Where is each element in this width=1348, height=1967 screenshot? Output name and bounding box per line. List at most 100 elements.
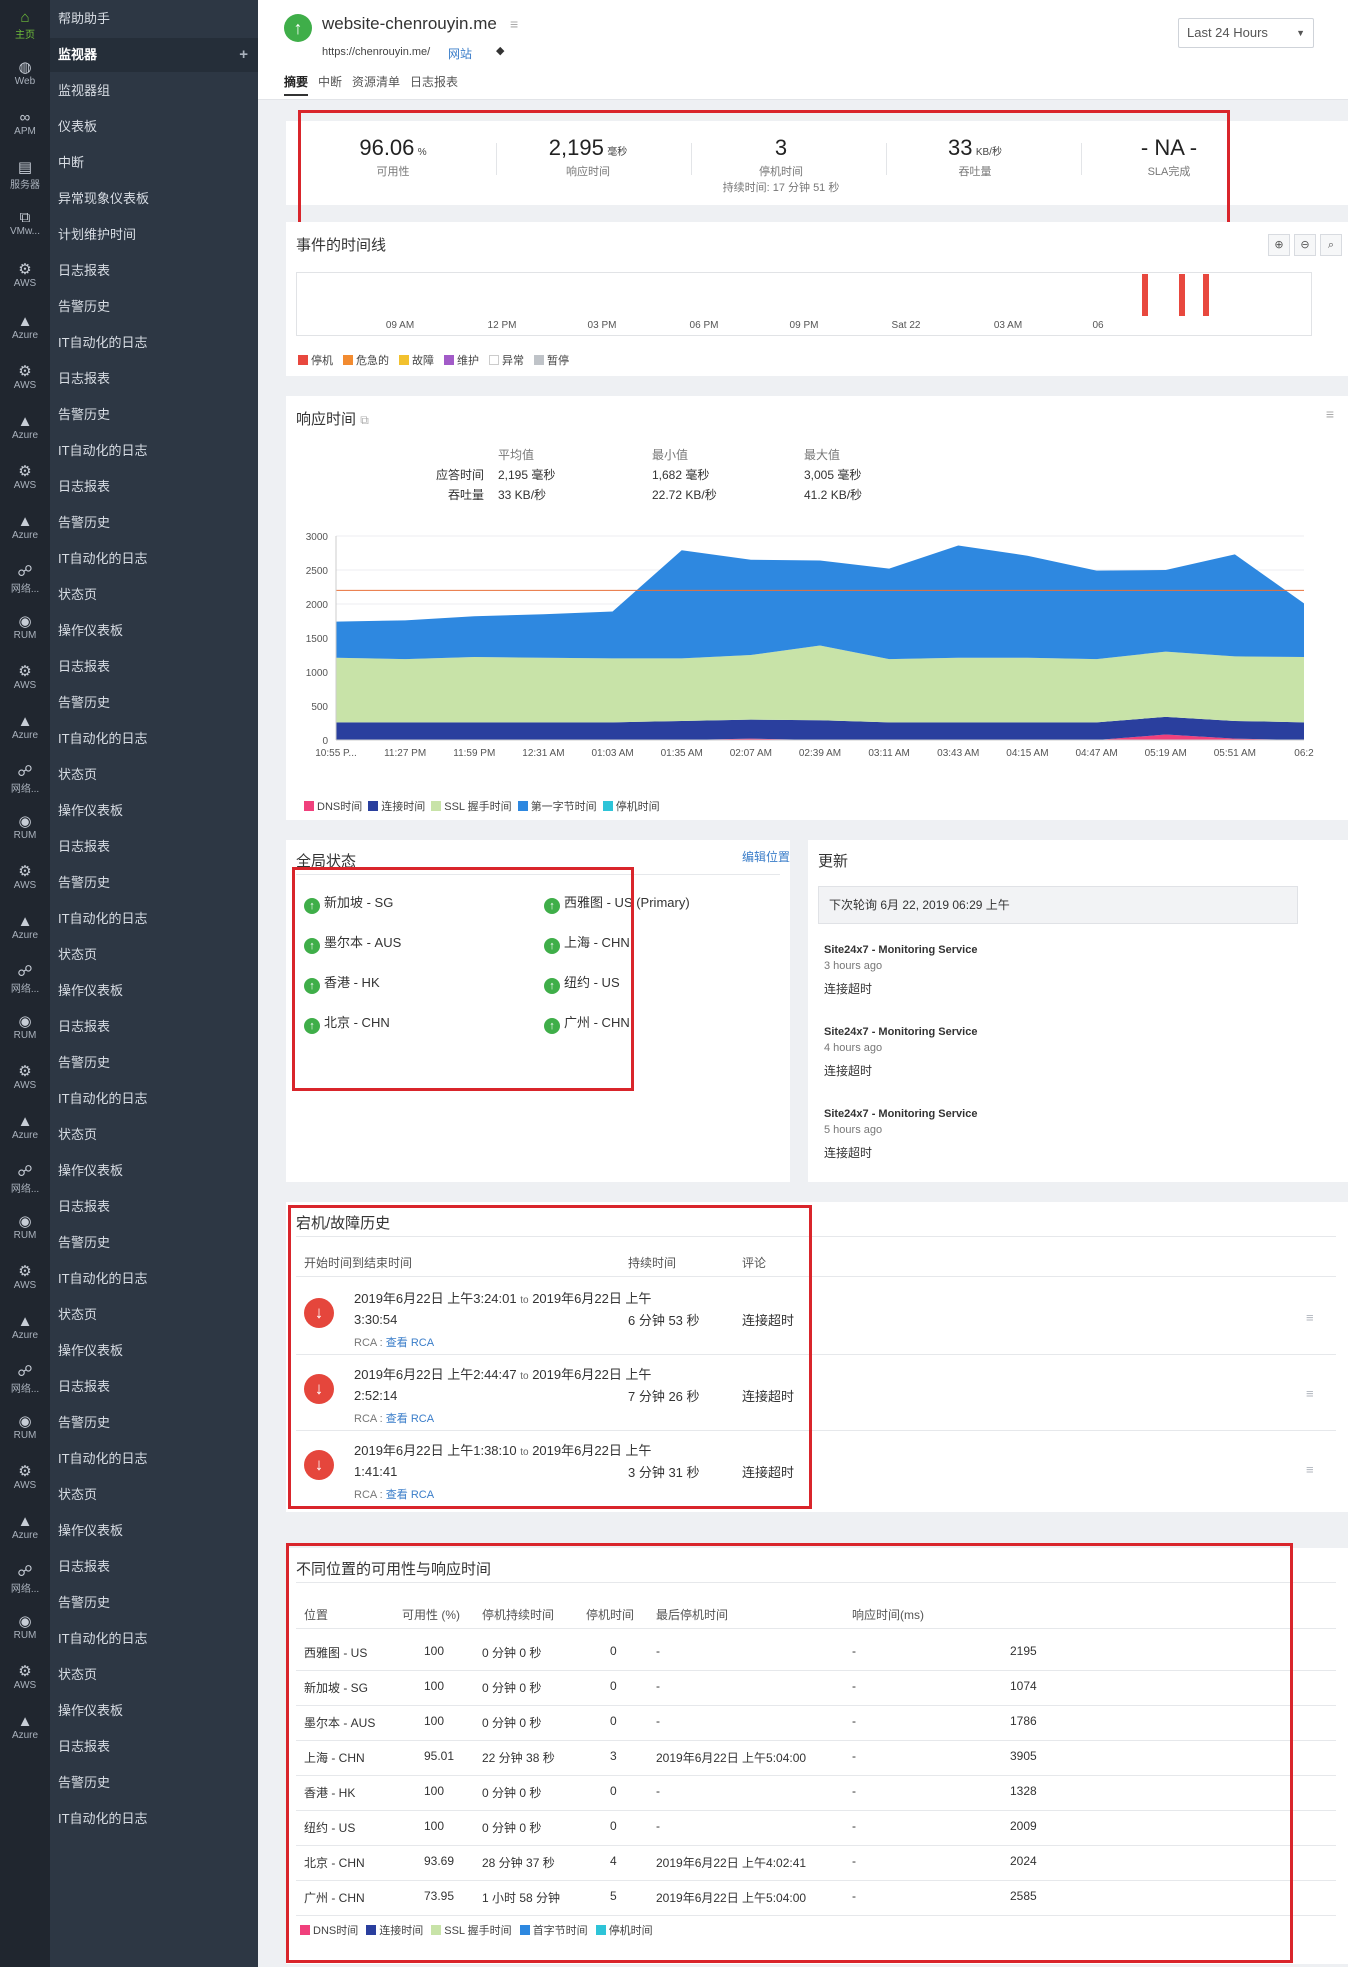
menu-item[interactable]: IT自动化的日志 xyxy=(50,1442,258,1476)
menu-item[interactable]: 状态页 xyxy=(50,1478,258,1512)
sidebar-aws[interactable]: ⚙ AWS xyxy=(0,864,50,892)
tab-outages[interactable]: 中断 xyxy=(318,73,342,90)
response-time-chart[interactable]: 0 500 1000 1500 2000 2500 3000 10:55 P... 11:27 … xyxy=(286,526,1348,786)
menu-item[interactable]: 告警历史 xyxy=(50,686,258,720)
sidebar-azure[interactable]: ▲ Azure xyxy=(0,714,50,742)
menu-item[interactable]: 操作仪表板 xyxy=(50,794,258,828)
menu-icon[interactable]: ≡ xyxy=(510,16,518,32)
menu-item[interactable]: 告警历史 xyxy=(50,866,258,900)
menu-item[interactable]: 操作仪表板 xyxy=(50,974,258,1008)
sidebar-vm[interactable]: ⧉ VMw... xyxy=(0,210,50,238)
menu-item[interactable]: 告警历史 xyxy=(50,1226,258,1260)
zoom-reset-icon[interactable]: ⌕ xyxy=(1320,234,1342,256)
legend-item[interactable]: DNS时间 xyxy=(304,801,362,813)
menu-item[interactable]: IT自动化的日志 xyxy=(50,902,258,936)
sidebar-network[interactable]: ☍ 网络... xyxy=(0,964,50,996)
menu-item[interactable]: 日志报表 xyxy=(50,470,258,504)
legend-item[interactable]: SSL 握手时间 xyxy=(431,801,512,813)
row-menu-icon[interactable]: ≡ xyxy=(1306,1386,1314,1401)
sidebar-rum[interactable]: ◉ RUM xyxy=(0,1614,50,1642)
time-range-select[interactable]: Last 24 Hours ▼ xyxy=(1178,18,1314,48)
legend-item[interactable]: 停机时间 xyxy=(602,801,660,813)
sidebar-aws[interactable]: ⚙ AWS xyxy=(0,1064,50,1092)
menu-item[interactable]: 告警历史 xyxy=(50,1766,258,1800)
sidebar-network[interactable]: ☍ 网络... xyxy=(0,1364,50,1396)
timeline-down-event[interactable] xyxy=(1179,274,1185,316)
sidebar-azure[interactable]: ▲ Azure xyxy=(0,1514,50,1542)
sidebar-rum[interactable]: ◉ RUM xyxy=(0,1014,50,1042)
legend-item[interactable]: 连接时间 xyxy=(368,801,425,813)
sidebar-azure[interactable]: ▲ Azure xyxy=(0,414,50,442)
sidebar-network[interactable]: ☍ 网络... xyxy=(0,1564,50,1596)
menu-item[interactable]: 操作仪表板 xyxy=(50,1154,258,1188)
menu-item[interactable]: 告警历史 xyxy=(50,398,258,432)
menu-item[interactable]: 日志报表 xyxy=(50,1550,258,1584)
menu-item[interactable]: 监视器组 xyxy=(50,74,258,108)
sidebar-home[interactable]: ⌂ 主页 xyxy=(0,10,50,42)
menu-item[interactable]: 异常现象仪表板 xyxy=(50,182,258,216)
menu-item[interactable]: 状态页 xyxy=(50,758,258,792)
tab-log-reports[interactable]: 日志报表 xyxy=(410,73,458,90)
menu-item[interactable]: 日志报表 xyxy=(50,1730,258,1764)
sidebar-azure[interactable]: ▲ Azure xyxy=(0,1314,50,1342)
sidebar-server[interactable]: ▤ 服务器 xyxy=(0,160,50,192)
add-icon[interactable]: + xyxy=(239,38,248,72)
menu-item[interactable]: 日志报表 xyxy=(50,254,258,288)
sidebar-rum[interactable]: ◉ RUM xyxy=(0,1414,50,1442)
sidebar-network[interactable]: ☍ 网络... xyxy=(0,1164,50,1196)
menu-item[interactable]: IT自动化的日志 xyxy=(50,326,258,360)
menu-item[interactable]: 仪表板 xyxy=(50,110,258,144)
row-menu-icon[interactable]: ≡ xyxy=(1306,1462,1314,1477)
sidebar-binoculars[interactable]: ∞ APM xyxy=(0,110,50,138)
menu-item[interactable]: 操作仪表板 xyxy=(50,1694,258,1728)
sidebar-aws[interactable]: ⚙ AWS xyxy=(0,364,50,392)
menu-item[interactable]: 状态页 xyxy=(50,938,258,972)
sidebar-azure[interactable]: ▲ Azure xyxy=(0,514,50,542)
menu-item[interactable]: 告警历史 xyxy=(50,290,258,324)
sidebar-network[interactable]: ☍ 网络... xyxy=(0,564,50,596)
sidebar-aws[interactable]: ⚙ AWS xyxy=(0,1264,50,1292)
menu-item[interactable]: 告警历史 xyxy=(50,1586,258,1620)
menu-item[interactable]: 操作仪表板 xyxy=(50,1514,258,1548)
menu-item[interactable]: 状态页 xyxy=(50,578,258,612)
sidebar-aws[interactable]: ⚙ AWS xyxy=(0,464,50,492)
menu-item[interactable]: 日志报表 xyxy=(50,830,258,864)
menu-item[interactable]: 告警历史 xyxy=(50,1406,258,1440)
menu-item[interactable]: 日志报表 xyxy=(50,650,258,684)
menu-item[interactable]: 日志报表 xyxy=(50,1370,258,1404)
menu-item[interactable]: IT自动化的日志 xyxy=(50,722,258,756)
sidebar-globe[interactable]: ◍ Web xyxy=(0,60,50,88)
zoom-out-icon[interactable]: ⊖ xyxy=(1294,234,1316,256)
menu-item[interactable]: IT自动化的日志 xyxy=(50,434,258,468)
menu-item[interactable]: 状态页 xyxy=(50,1298,258,1332)
tab-summary[interactable]: 摘要 xyxy=(284,73,309,96)
menu-item[interactable]: IT自动化的日志 xyxy=(50,1262,258,1296)
tag-icon[interactable]: ◆ xyxy=(496,44,504,57)
timeline-down-event[interactable] xyxy=(1142,274,1148,316)
legend-item[interactable]: 第一字节时间 xyxy=(517,801,597,813)
sidebar-rum[interactable]: ◉ RUM xyxy=(0,614,50,642)
menu-item[interactable]: IT自动化的日志 xyxy=(50,542,258,576)
menu-item[interactable]: IT自动化的日志 xyxy=(50,1802,258,1836)
menu-item[interactable]: 日志报表 xyxy=(50,1190,258,1224)
row-menu-icon[interactable]: ≡ xyxy=(1306,1310,1314,1325)
timeline-down-event[interactable] xyxy=(1203,274,1209,316)
menu-item[interactable]: 操作仪表板 xyxy=(50,614,258,648)
zoom-in-icon[interactable]: ⊕ xyxy=(1268,234,1290,256)
menu-item[interactable]: 操作仪表板 xyxy=(50,1334,258,1368)
menu-item[interactable]: 中断 xyxy=(50,146,258,180)
sidebar-rum[interactable]: ◉ RUM xyxy=(0,1214,50,1242)
sidebar-rum[interactable]: ◉ RUM xyxy=(0,814,50,842)
menu-item[interactable]: 监视器 + xyxy=(50,38,258,72)
menu-item[interactable]: 状态页 xyxy=(50,1658,258,1692)
sidebar-aws[interactable]: ⚙ AWS xyxy=(0,1464,50,1492)
menu-icon[interactable]: ≡ xyxy=(1326,406,1334,422)
monitor-url[interactable]: https://chenrouyin.me/ xyxy=(322,46,430,58)
menu-item[interactable]: IT自动化的日志 xyxy=(50,1622,258,1656)
tab-inventory[interactable]: 资源清单 xyxy=(352,73,400,90)
menu-item[interactable]: 帮助助手 xyxy=(50,2,258,36)
menu-item[interactable]: 日志报表 xyxy=(50,362,258,396)
edit-locations-link[interactable]: 编辑位置 xyxy=(742,848,790,865)
monitor-type-link[interactable]: 网站 xyxy=(448,45,472,62)
menu-item[interactable]: 日志报表 xyxy=(50,1010,258,1044)
